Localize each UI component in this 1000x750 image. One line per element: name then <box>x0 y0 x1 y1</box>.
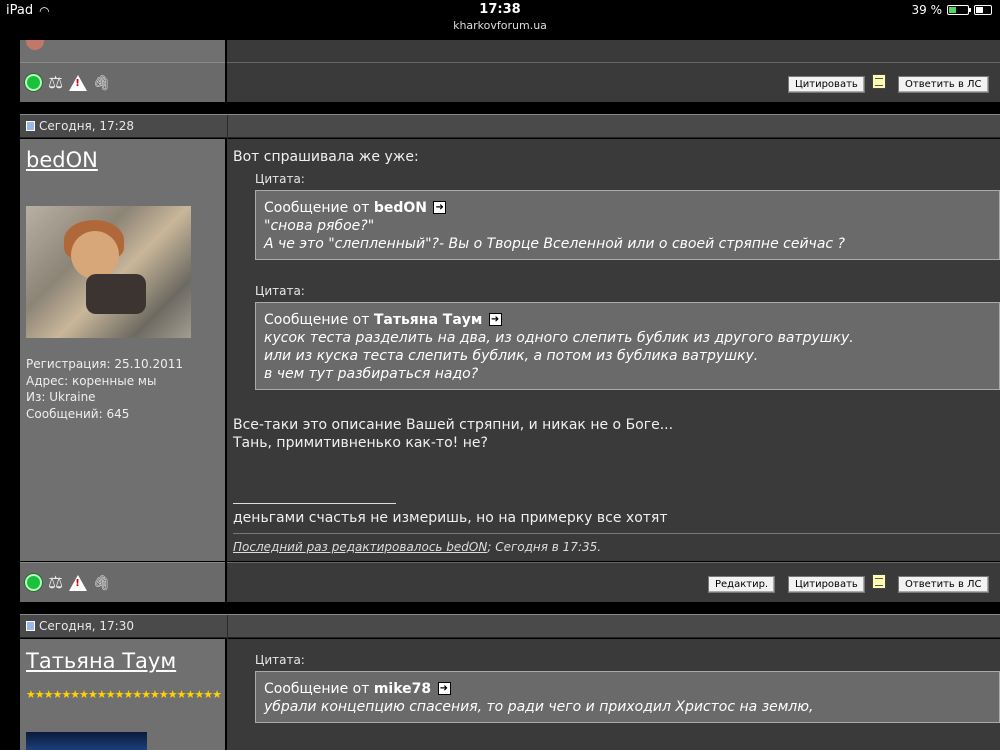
quote-from-prefix: Сообщение от <box>264 312 370 328</box>
post-body-line: Тань, примитивненько как-то! не? <box>233 435 488 451</box>
online-status-icon <box>25 74 42 91</box>
post-intro: Вот спрашивала же уже: <box>233 149 419 165</box>
quote-box: Сообщение от Татьяна Таум кусок теста ра… <box>255 302 1000 390</box>
quote-from-prefix: Сообщение от <box>264 200 370 216</box>
user-from: Из: Ukraine <box>26 390 96 404</box>
report-post-icon[interactable] <box>69 74 88 91</box>
username-link[interactable]: Татьяна Таум <box>26 649 176 673</box>
quote-button[interactable]: Цитировать <box>788 576 865 593</box>
user-panel <box>20 139 225 561</box>
reply-pm-button[interactable]: Ответить в ЛС <box>898 76 989 93</box>
prev-post-actions: Цитировать Ответить в ЛС <box>227 62 1000 102</box>
report-post-icon[interactable] <box>69 574 88 591</box>
quote-line: А че это "слепленный"?- Вы о Творце Всел… <box>264 236 845 252</box>
username-link[interactable]: bedON <box>26 148 98 172</box>
split-view-icon <box>974 5 992 15</box>
quote-line: кусок теста разделить на два, из одного … <box>264 330 854 346</box>
edit-note: Последний раз редактировалось bedON; Сег… <box>233 540 601 554</box>
quote-from-prefix: Сообщение от <box>264 681 370 697</box>
view-post-icon[interactable] <box>433 199 447 217</box>
prev-post-avatar-icon <box>26 40 44 50</box>
battery-icon <box>947 5 971 15</box>
prev-post-content-cell <box>227 40 1000 62</box>
quote-box: Сообщение от bedON "снова рябое?" А че э… <box>255 190 1000 260</box>
address-bar-url[interactable]: kharkovforum.ua <box>0 19 1000 32</box>
quote-author: bedON <box>373 200 427 216</box>
post-icon <box>26 621 35 631</box>
quote-label: Цитата: <box>255 172 305 186</box>
post-date: Сегодня, 17:30 <box>26 619 134 633</box>
edit-divider <box>233 533 1000 534</box>
edit-button[interactable]: Редактир. <box>708 576 776 593</box>
post-body-line: Все-таки это описание Вашей стряпни, и н… <box>233 417 674 433</box>
quote-line: убрали концепцию спасения, то ради чего … <box>264 699 814 715</box>
attachment-icon[interactable]: 🖇 <box>91 72 112 92</box>
user-registered: Регистрация: 25.10.2011 <box>26 357 184 371</box>
post-header: Сегодня, 17:28 <box>20 114 1000 139</box>
post-header: Сегодня, 17:30 <box>20 614 1000 639</box>
status-right: 39 % <box>911 3 992 17</box>
user-rank-stars: ★★★★★★★★★★★★★★★★★★★★★★ <box>26 688 222 701</box>
quote-box: Сообщение от mike78 убрали концепцию спа… <box>255 671 1000 723</box>
user-message-count: Сообщений: 645 <box>26 406 130 421</box>
online-status-icon <box>25 574 42 591</box>
post-date-text: Сегодня, 17:28 <box>39 119 134 133</box>
quote-author-line: Сообщение от mike78 <box>264 680 991 698</box>
header-separator <box>227 615 228 639</box>
quote-author: Татьяна Таум <box>373 312 483 328</box>
reputation-icon[interactable]: ⚖ <box>48 573 63 593</box>
prev-post-status-icons: ⚖ 🖇 <box>20 62 225 102</box>
battery-percent: 39 % <box>911 3 943 17</box>
quote-label: Цитата: <box>255 284 305 298</box>
post-date-text: Сегодня, 17:30 <box>39 619 134 633</box>
prev-post-user-cell <box>20 40 225 62</box>
post-status-icons: ⚖ 🖇 <box>20 562 225 602</box>
clock: 17:38 <box>479 2 521 17</box>
user-info: Регистрация: 25.10.2011 Адрес: коренные … <box>26 356 183 422</box>
quote-line: в чем тут разбираться надо? <box>264 366 479 382</box>
quote-author-line: Сообщение от Татьяна Таум <box>264 311 991 329</box>
post-actions: Редактир. Цитировать Ответить в ЛС <box>227 562 1000 602</box>
view-post-icon[interactable] <box>488 311 502 329</box>
view-post-icon[interactable] <box>437 680 451 698</box>
user-avatar <box>26 732 147 750</box>
edit-note-link[interactable]: Последний раз редактировалось bedON <box>233 540 487 554</box>
reply-pm-button[interactable]: Ответить в ЛС <box>898 576 989 593</box>
quote-author-line: Сообщение от bedON <box>264 199 991 217</box>
header-separator <box>227 115 228 139</box>
quote-author: mike78 <box>373 681 432 697</box>
edit-note-time: ; Сегодня в 17:35. <box>487 540 602 554</box>
post-body: Все-таки это описание Вашей стряпни, и н… <box>233 416 673 452</box>
quote-line: "снова рябое?" <box>264 218 375 234</box>
user-avatar <box>26 206 191 338</box>
multi-quote-icon[interactable] <box>872 74 886 89</box>
attachment-icon[interactable]: 🖇 <box>91 572 112 592</box>
post-date: Сегодня, 17:28 <box>26 119 134 133</box>
quote-line: или из куска теста слепить бублик, а пот… <box>264 348 759 364</box>
battery-fill <box>949 7 957 13</box>
avatar-face <box>71 231 119 279</box>
user-address: Адрес: коренные мы <box>26 373 157 388</box>
quote-button[interactable]: Цитировать <box>788 76 865 93</box>
signature: деньгами счастья не измеришь, но на прим… <box>233 510 668 526</box>
post-icon <box>26 121 35 131</box>
quote-label: Цитата: <box>255 653 305 667</box>
signature-separator <box>233 503 396 504</box>
reputation-icon[interactable]: ⚖ <box>48 73 63 93</box>
multi-quote-icon[interactable] <box>872 574 886 589</box>
ios-status-bar: iPad ◠ 17:38 kharkovforum.ua 39 % <box>0 0 1000 40</box>
avatar-body <box>86 274 146 314</box>
